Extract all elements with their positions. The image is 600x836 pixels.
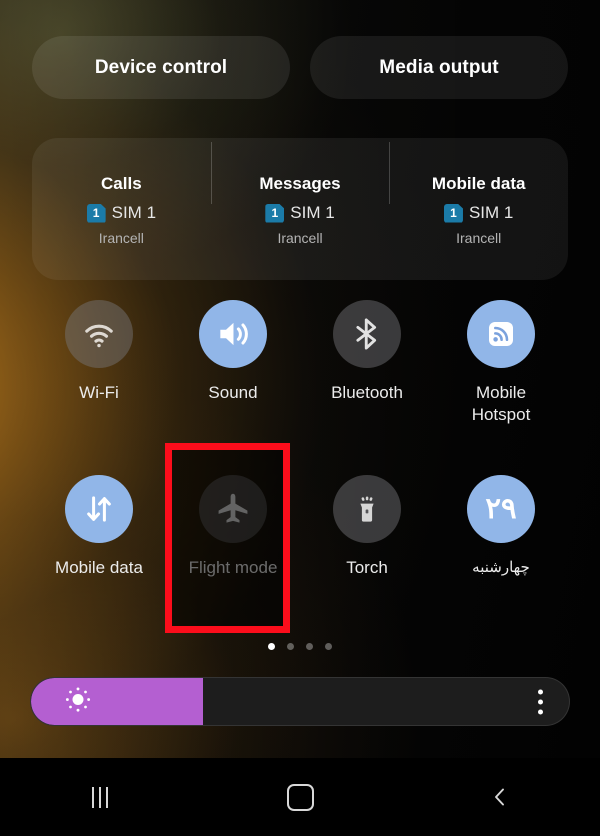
navigation-bar: [0, 758, 600, 836]
page-dot-2[interactable]: [287, 643, 294, 650]
back-icon: [495, 788, 504, 806]
brightness-slider[interactable]: [30, 677, 570, 726]
media-output-label: Media output: [379, 56, 499, 78]
sim-column-messages[interactable]: Messages 1 SIM 1 Irancell: [210, 142, 390, 246]
toggle-torch[interactable]: Torch: [300, 475, 434, 650]
sim-messages-slot: SIM 1: [290, 203, 335, 222]
sim-badge-icon: 1: [265, 203, 285, 223]
quick-toggle-grid: Wi-Fi Sound Bluetooth Mobile Hotspot Mob…: [32, 300, 568, 650]
mobile-hotspot-icon[interactable]: [467, 300, 535, 368]
flashlight-icon[interactable]: [333, 475, 401, 543]
wifi-icon[interactable]: [65, 300, 133, 368]
toggle-sound-label: Sound: [208, 383, 258, 402]
page-indicator: [0, 643, 600, 650]
calendar-date-icon[interactable]: ۲۹: [467, 475, 535, 543]
toggle-torch-label: Torch: [346, 558, 388, 577]
home-button[interactable]: [200, 783, 400, 811]
sim-calls-slot: SIM 1: [111, 203, 157, 222]
toggle-mobile-hotspot-label: Mobile Hotspot: [471, 383, 531, 424]
more-options-icon[interactable]: [538, 689, 543, 714]
quick-toggle-row-1: Wi-Fi Sound Bluetooth Mobile Hotspot: [32, 300, 568, 475]
bluetooth-icon[interactable]: [333, 300, 401, 368]
top-button-row: Device control Media output: [32, 36, 568, 99]
sim-badge-icon: 1: [86, 203, 106, 223]
sim-mobile-data-carrier: Irancell: [456, 230, 502, 246]
toggle-wifi-label: Wi-Fi: [79, 383, 119, 402]
page-dot-3[interactable]: [306, 643, 313, 650]
sim-messages-line: 1 SIM 1: [211, 203, 390, 223]
page-dot-4[interactable]: [325, 643, 332, 650]
brightness-sun-icon: [63, 684, 93, 719]
sim-badge-icon: 1: [443, 203, 463, 223]
sim-mobile-data-title: Mobile data: [431, 174, 526, 193]
sim-calls-line: 1 SIM 1: [32, 203, 211, 223]
toggle-bluetooth-label: Bluetooth: [331, 383, 403, 402]
sound-icon[interactable]: [199, 300, 267, 368]
sim-column-calls[interactable]: Calls 1 SIM 1 Irancell: [32, 172, 211, 246]
back-button[interactable]: [400, 785, 600, 809]
toggle-calendar-date[interactable]: ۲۹ چهارشنبه: [434, 475, 568, 650]
toggle-mobile-data-label: Mobile data: [55, 558, 143, 577]
home-icon: [286, 783, 314, 811]
sim-calls-carrier: Irancell: [98, 230, 144, 246]
recents-button[interactable]: [0, 786, 200, 808]
media-output-button[interactable]: Media output: [310, 36, 568, 99]
recents-icon: [92, 786, 108, 808]
sim-info-card: Calls 1 SIM 1 Irancell Messages 1 SIM 1 …: [32, 138, 568, 280]
sim-column-mobile-data[interactable]: Mobile data 1 SIM 1 Irancell: [389, 142, 568, 246]
page-dot-1[interactable]: [268, 643, 275, 650]
sim-messages-title: Messages: [259, 174, 341, 193]
device-control-label: Device control: [94, 56, 228, 78]
toggle-bluetooth[interactable]: Bluetooth: [300, 300, 434, 475]
toggle-calendar-date-label: چهارشنبه: [472, 559, 530, 576]
quick-settings-screen: Device control Media output Calls 1 SIM …: [0, 0, 600, 836]
sim-mobile-data-slot: SIM 1: [468, 203, 514, 222]
toggle-mobile-data[interactable]: Mobile data: [32, 475, 166, 650]
toggle-mobile-hotspot[interactable]: Mobile Hotspot: [434, 300, 568, 475]
brightness-slider-fill: [31, 678, 204, 725]
quick-settings-panel: Device control Media output Calls 1 SIM …: [0, 0, 600, 836]
sim-mobile-data-line: 1 SIM 1: [389, 203, 568, 223]
sim-messages-carrier: Irancell: [277, 230, 323, 246]
toggle-wifi[interactable]: Wi-Fi: [32, 300, 166, 475]
calendar-date-number: ۲۹: [485, 492, 517, 525]
flight-mode-highlight-box: [165, 443, 290, 633]
quick-toggle-row-2: Mobile data Flight mode: [32, 475, 568, 650]
sim-calls-title: Calls: [101, 174, 142, 193]
mobile-data-icon[interactable]: [65, 475, 133, 543]
device-control-button[interactable]: Device control: [32, 36, 290, 99]
